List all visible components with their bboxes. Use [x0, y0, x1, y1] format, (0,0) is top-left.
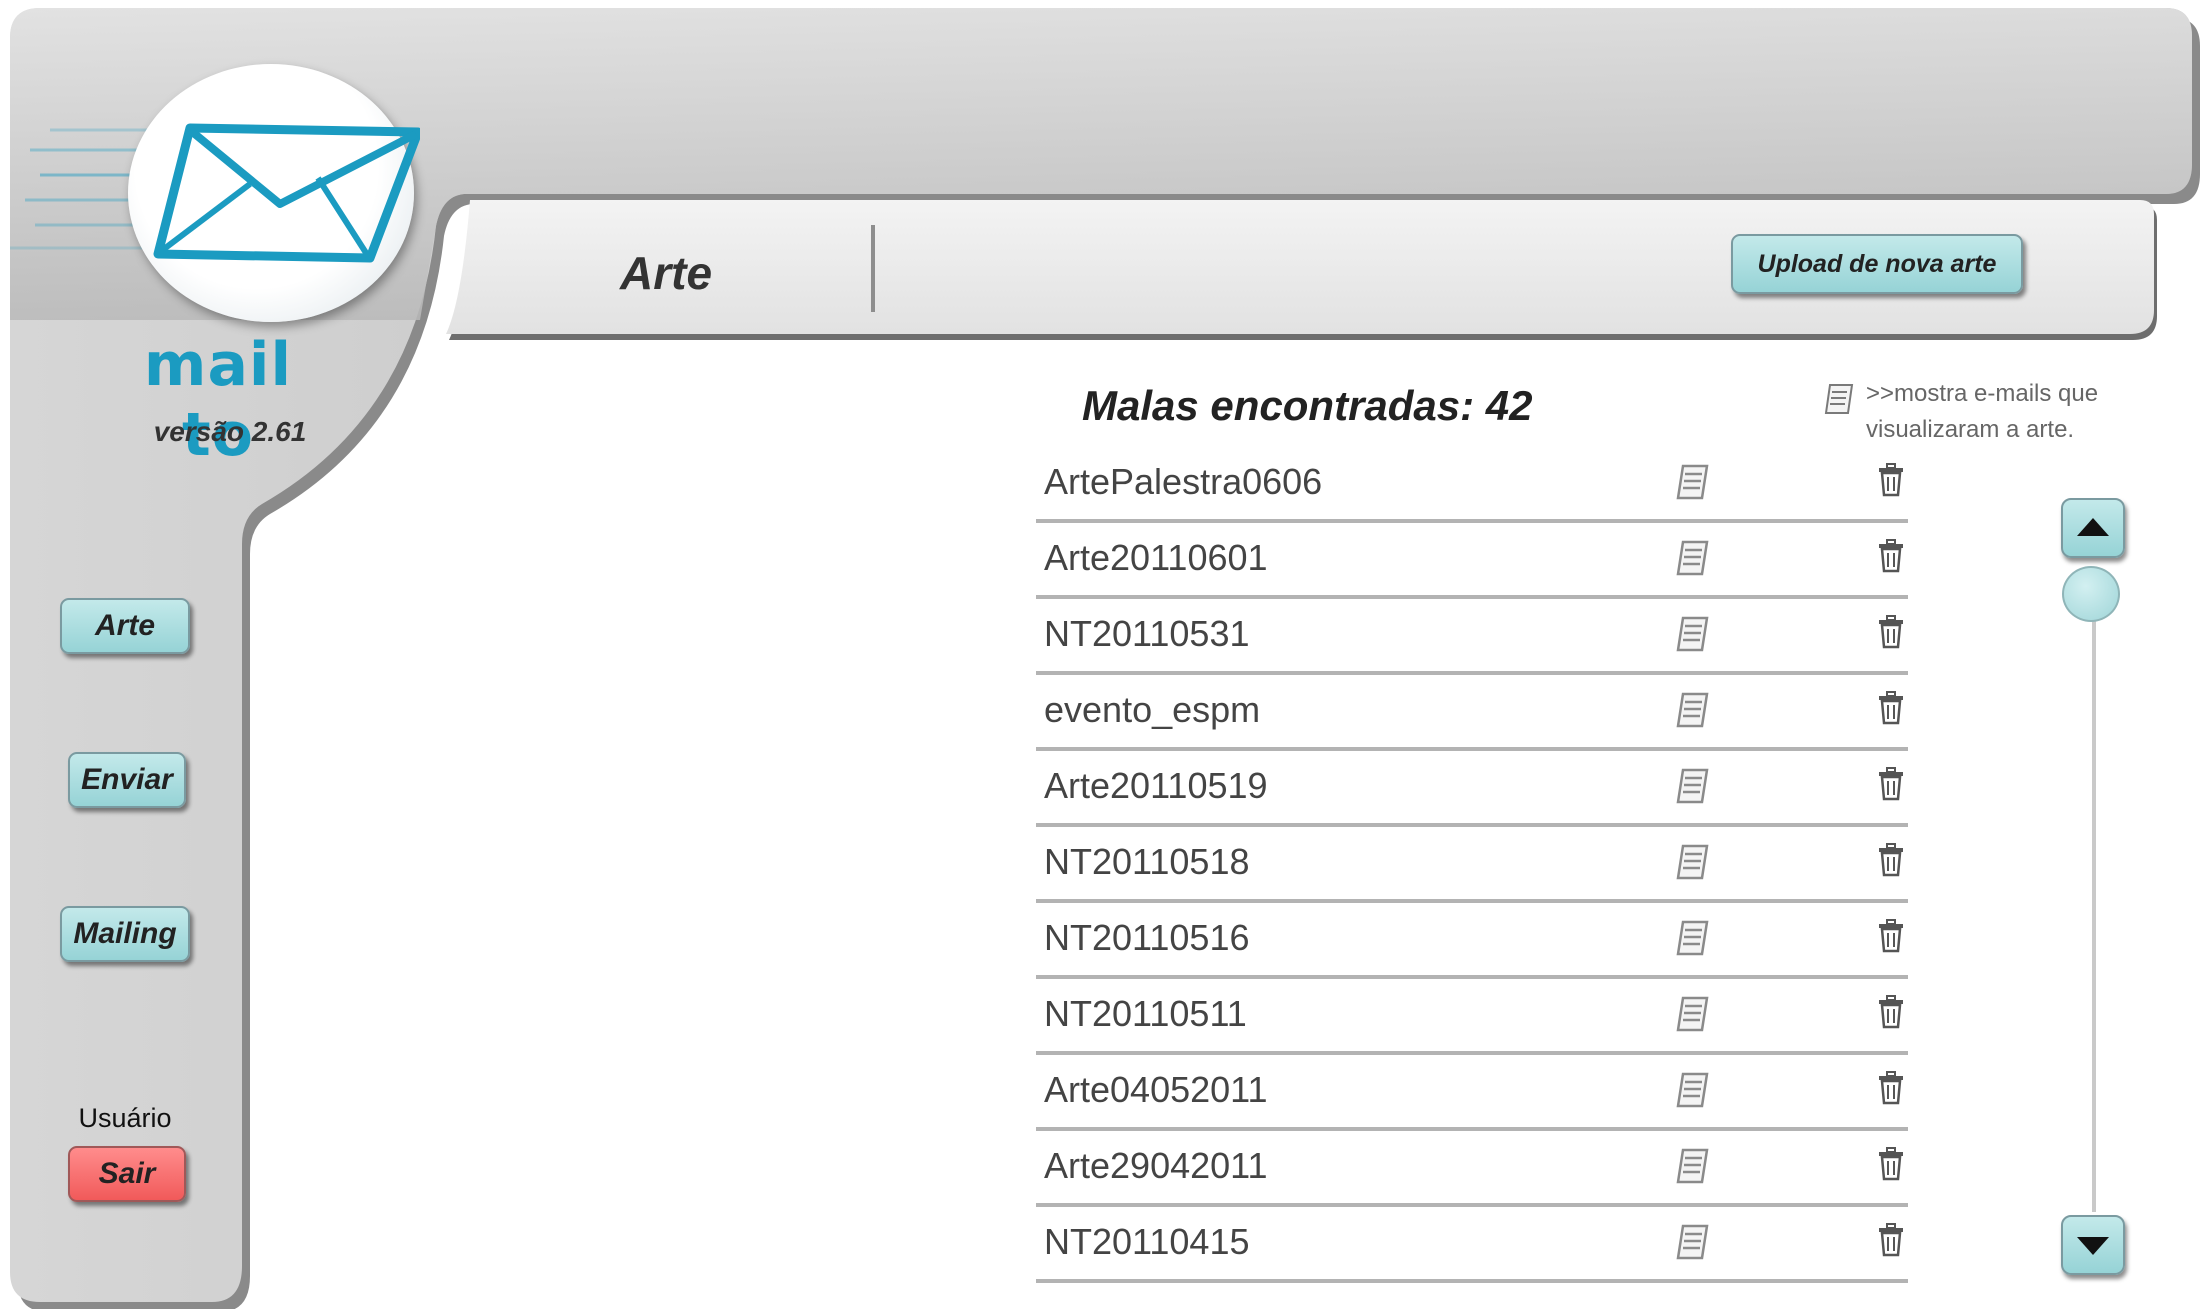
document-icon[interactable] — [1674, 539, 1710, 577]
document-icon[interactable] — [1674, 767, 1710, 805]
trash-icon[interactable] — [1876, 919, 1906, 953]
trash-icon[interactable] — [1876, 767, 1906, 801]
document-icon[interactable] — [1674, 843, 1710, 881]
list-item[interactable]: ArtePalestra0606 — [1036, 447, 1908, 523]
page-title: Arte — [620, 247, 713, 299]
document-icon[interactable] — [1674, 919, 1710, 957]
art-list: ArtePalestra0606 Arte20110601 NT20110531 ev… — [1036, 447, 1908, 1283]
document-icon[interactable] — [1674, 995, 1710, 1033]
list-item-name[interactable]: NT20110516 — [1044, 917, 1250, 959]
list-item[interactable]: evento_espm — [1036, 675, 1908, 751]
trash-icon[interactable] — [1876, 691, 1906, 725]
nav-enviar-button[interactable]: Enviar — [68, 752, 186, 808]
list-item[interactable]: Arte29042011 — [1036, 1131, 1908, 1207]
results-count-heading: Malas encontradas: 42 — [1082, 382, 1533, 429]
list-item-name[interactable]: ArtePalestra0606 — [1044, 461, 1322, 503]
legend-line-1: >>mostra e-mails que — [1866, 380, 2099, 407]
app-version: versão 2.61 — [153, 416, 307, 447]
list-item-name[interactable]: NT20110518 — [1044, 841, 1250, 883]
logout-button[interactable]: Sair — [68, 1146, 186, 1202]
scrollbar-track[interactable] — [2092, 592, 2096, 1212]
app-logo-text: mail to — [143, 330, 293, 470]
list-item-name[interactable]: NT20110511 — [1044, 993, 1247, 1035]
document-icon[interactable] — [1674, 1071, 1710, 1109]
list-item-name[interactable]: Arte20110601 — [1044, 537, 1268, 579]
scrollbar-thumb[interactable] — [2062, 566, 2120, 622]
trash-icon[interactable] — [1876, 539, 1906, 573]
trash-icon[interactable] — [1876, 615, 1906, 649]
nav-arte-button[interactable]: Arte — [60, 598, 190, 654]
document-icon[interactable] — [1674, 463, 1710, 501]
list-item[interactable]: NT20110518 — [1036, 827, 1908, 903]
document-icon[interactable] — [1674, 615, 1710, 653]
triangle-up-icon — [2077, 518, 2109, 536]
triangle-down-icon — [2077, 1237, 2109, 1255]
list-item-name[interactable]: Arte04052011 — [1044, 1069, 1268, 1111]
envelope-icon — [153, 123, 420, 263]
list-item[interactable]: Arte20110601 — [1036, 523, 1908, 599]
legend-line-2: visualizaram a arte. — [1866, 416, 2075, 443]
list-item-name[interactable]: Arte20110519 — [1044, 765, 1268, 807]
trash-icon[interactable] — [1876, 463, 1906, 497]
list-item-name[interactable]: NT20110531 — [1044, 613, 1250, 655]
trash-icon[interactable] — [1876, 995, 1906, 1029]
view-icon-legend: >>mostra e-mails que visualizaram a arte… — [1822, 372, 2142, 452]
trash-icon[interactable] — [1876, 1223, 1906, 1257]
list-item[interactable]: Arte04052011 — [1036, 1055, 1908, 1131]
document-icon[interactable] — [1674, 1223, 1710, 1261]
upload-new-art-button[interactable]: Upload de nova arte — [1731, 234, 2023, 294]
list-item[interactable]: NT20110531 — [1036, 599, 1908, 675]
document-icon[interactable] — [1674, 1147, 1710, 1185]
trash-icon[interactable] — [1876, 1071, 1906, 1105]
document-icon[interactable] — [1674, 691, 1710, 729]
trash-icon[interactable] — [1876, 843, 1906, 877]
scroll-down-button[interactable] — [2061, 1215, 2125, 1275]
list-item[interactable]: NT20110511 — [1036, 979, 1908, 1055]
nav-mailing-button[interactable]: Mailing — [60, 906, 190, 962]
legend-text: >>mostra e-mails que visualizaram a arte… — [1866, 376, 2136, 448]
list-item[interactable]: NT20110516 — [1036, 903, 1908, 979]
document-icon — [1824, 384, 1854, 414]
list-item-name[interactable]: Arte29042011 — [1044, 1145, 1268, 1187]
list-item-name[interactable]: NT20110415 — [1044, 1221, 1250, 1263]
list-item[interactable]: NT20110415 — [1036, 1207, 1908, 1283]
trash-icon[interactable] — [1876, 1147, 1906, 1181]
list-item[interactable]: Arte20110519 — [1036, 751, 1908, 827]
list-item-name[interactable]: evento_espm — [1044, 689, 1260, 731]
user-label: Usuário — [78, 1103, 172, 1133]
scroll-up-button[interactable] — [2061, 498, 2125, 558]
